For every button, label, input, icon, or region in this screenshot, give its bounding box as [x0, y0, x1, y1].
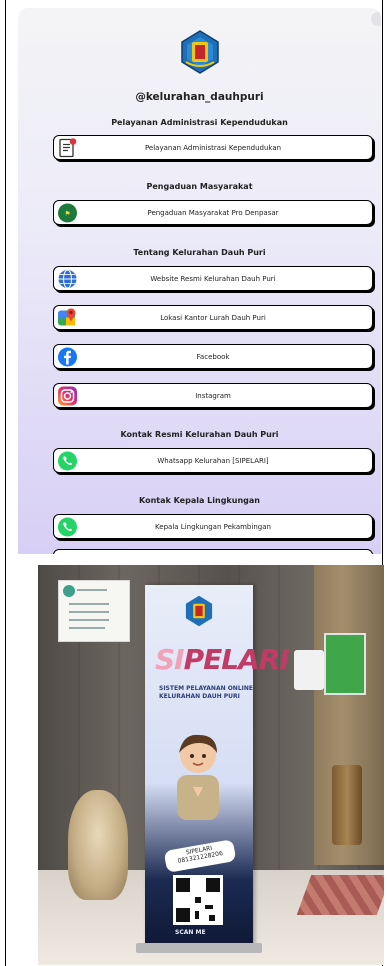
scan-me-label: SCAN ME: [175, 929, 206, 936]
link-pengaduan-masyarakat[interactable]: ⚑ Pengaduan Masyarakat Pro Denpasar: [53, 200, 373, 225]
maps-icon: [57, 307, 78, 328]
banner-subtitle: SISTEM PELAYANAN ONLINE KELURAHAN DAUH P…: [159, 685, 254, 700]
wall-notice: [58, 580, 130, 642]
link-instagram[interactable]: Instagram: [53, 383, 373, 408]
link-facebook[interactable]: Facebook: [53, 344, 373, 369]
link-label: Pengaduan Masyarakat Pro Denpasar: [147, 208, 279, 217]
hand-sanitizer-dispenser: [294, 650, 324, 690]
banner-photo: SIPELARI SISTEM PELAYANAN ONLINE KELURAH…: [38, 565, 384, 965]
sipelari-rollup-banner: SIPELARI SISTEM PELAYANAN ONLINE KELURAH…: [145, 585, 290, 945]
section-heading: Pengaduan Masyarakat: [146, 182, 253, 191]
section-heading: Kontak Resmi Kelurahan Dauh Puri: [120, 430, 279, 439]
link-label: Facebook: [196, 352, 230, 361]
svg-text:⚑: ⚑: [64, 210, 70, 218]
section-heading: Pelayanan Administrasi Kependudukan: [111, 118, 288, 127]
qr-code: [173, 875, 223, 925]
whatsapp-icon: [57, 450, 78, 471]
globe-icon: [57, 268, 78, 289]
mascot-illustration: [177, 734, 219, 820]
link-pelayanan-administrasi[interactable]: Pelayanan Administrasi Kependudukan: [53, 135, 373, 160]
banner-contact: SIPELARI 081321228206: [163, 839, 237, 873]
section-heading: Kontak Kepala Lingkungan: [139, 496, 260, 505]
whatsapp-icon: [57, 516, 78, 537]
banner-logo-icon: [185, 595, 213, 627]
link-label: Kepala Lingkungan Pekambingan: [155, 522, 271, 531]
link-label: Pelayanan Administrasi Kependudukan: [144, 143, 282, 152]
link-label: Instagram: [195, 391, 231, 400]
profile-handle: @kelurahan_dauhpuri: [135, 91, 264, 103]
kelurahan-logo-icon: [180, 30, 219, 74]
notice-logo-icon: [63, 585, 75, 597]
document-icon: [57, 137, 78, 158]
link-label: Whatsapp Kelurahan [SIPELARI]: [157, 456, 269, 465]
link-label: Website Resmi Kelurahan Dauh Puri: [150, 274, 276, 283]
floor-rug: [296, 875, 384, 915]
link-next-partial[interactable]: [53, 549, 373, 554]
link-website-resmi[interactable]: Website Resmi Kelurahan Dauh Puri: [53, 266, 373, 291]
stone-carving: [68, 790, 128, 900]
link-lokasi-kantor[interactable]: Lokasi Kantor Lurah Dauh Puri: [53, 305, 373, 330]
link-kepala-lingkungan-pekambingan[interactable]: Kepala Lingkungan Pekambingan: [53, 514, 373, 539]
link-whatsapp-kelurahan[interactable]: Whatsapp Kelurahan [SIPELARI]: [53, 448, 373, 473]
close-button[interactable]: [371, 12, 381, 26]
trash-bin: [332, 765, 362, 845]
green-mailbox: [324, 633, 366, 695]
section-heading: Tentang Kelurahan Dauh Puri: [133, 248, 266, 257]
link-label: Lokasi Kantor Lurah Dauh Puri: [160, 313, 266, 322]
linktree-panel: @kelurahan_dauhpuri Pelayanan Administra…: [18, 8, 381, 554]
banner-stand: [136, 943, 262, 953]
facebook-icon: [57, 346, 78, 367]
instagram-icon: [57, 385, 78, 406]
complaint-icon: ⚑: [57, 202, 78, 223]
banner-title: SIPELARI: [155, 643, 290, 676]
